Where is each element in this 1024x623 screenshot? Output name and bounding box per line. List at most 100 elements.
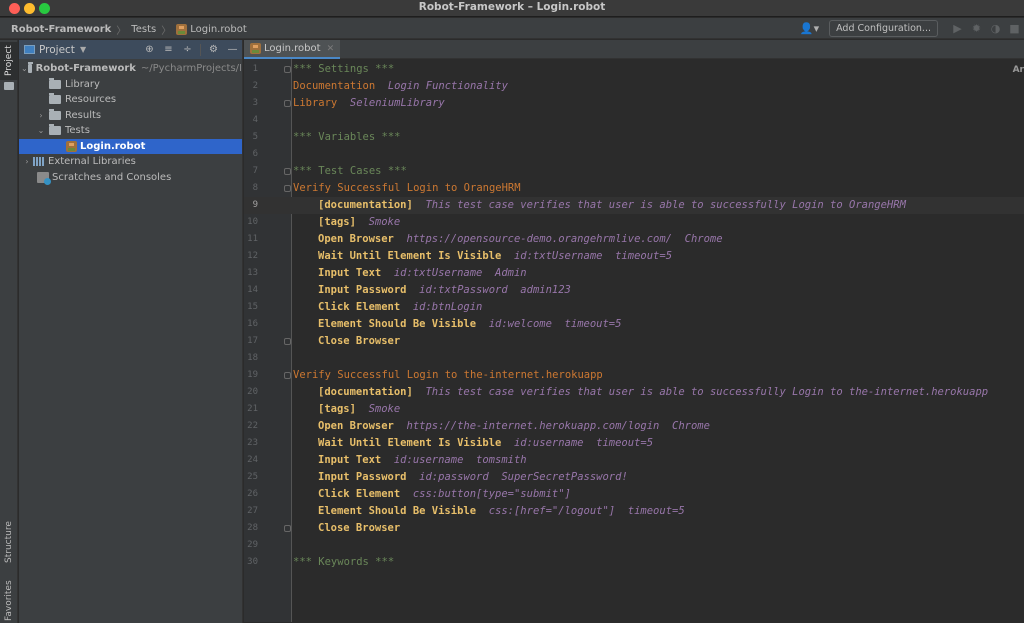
code-line[interactable]: 22 Open Browser https://the-internet.hero… bbox=[244, 418, 1024, 435]
robot-file-icon bbox=[250, 43, 261, 54]
code-line[interactable]: 21 [tags] Smoke bbox=[244, 401, 1024, 418]
code-line[interactable]: 3 Library SeleniumLibrary bbox=[244, 95, 1024, 112]
favorites-tool-tab[interactable]: Favorites bbox=[0, 580, 18, 622]
code-line[interactable]: 30 *** Keywords *** bbox=[244, 554, 1024, 571]
code-line[interactable]: 28 Close Browser bbox=[244, 520, 1024, 537]
line-number: 17 bbox=[247, 336, 258, 346]
fold-marker-icon[interactable] bbox=[284, 66, 291, 73]
code-token-kw: Library bbox=[293, 97, 338, 109]
project-tool-tab[interactable]: Project bbox=[0, 42, 18, 80]
gear-icon[interactable]: ⚙ bbox=[204, 44, 223, 55]
locate-file-icon[interactable]: ⊕ bbox=[140, 44, 159, 55]
code-token-arg: css:[href="/logout"] timeout=5 bbox=[476, 505, 685, 517]
close-tab-icon[interactable]: ✕ bbox=[327, 44, 335, 54]
code-line[interactable]: 23 Wait Until Element Is Visible id:usern… bbox=[244, 435, 1024, 452]
line-number: 24 bbox=[247, 455, 258, 465]
code-line[interactable]: 7 *** Test Cases *** bbox=[244, 163, 1024, 180]
tree-item-results[interactable]: › Results bbox=[19, 108, 242, 124]
chevron-down-icon[interactable]: ▼ bbox=[80, 45, 86, 54]
code-token-hdr: *** Variables *** bbox=[293, 131, 401, 143]
code-line[interactable]: 6 bbox=[244, 146, 1024, 163]
code-line[interactable]: 13 Input Text id:txtUsername Admin bbox=[244, 265, 1024, 282]
line-number: 27 bbox=[247, 506, 258, 516]
code-line[interactable]: 20 [documentation] This test case verifie… bbox=[244, 384, 1024, 401]
chevron-right-icon[interactable]: › bbox=[35, 111, 47, 120]
left-tool-strip: Project Structure Favorites bbox=[0, 40, 18, 623]
breadcrumb: Robot-Framework 〉 Tests 〉 Login.robot bbox=[11, 22, 247, 37]
collapse-all-icon[interactable]: ÷ bbox=[178, 44, 197, 55]
code-line[interactable]: 2 Documentation Login Functionality bbox=[244, 78, 1024, 95]
tree-item-tests[interactable]: ⌄ Tests bbox=[19, 123, 242, 139]
chevron-down-icon[interactable]: ⌄ bbox=[35, 126, 47, 135]
breadcrumb-file[interactable]: Login.robot bbox=[190, 24, 247, 35]
code-line[interactable]: 4 bbox=[244, 112, 1024, 129]
add-configuration-button[interactable]: Add Configuration... bbox=[829, 20, 938, 37]
code-line[interactable]: 19 Verify Successful Login to the-interne… bbox=[244, 367, 1024, 384]
code-line[interactable]: 1 *** Settings *** bbox=[244, 61, 1024, 78]
code-line[interactable]: 8 Verify Successful Login to OrangeHRM bbox=[244, 180, 1024, 197]
line-number: 13 bbox=[247, 268, 258, 278]
code-line[interactable]: 24 Input Text id:username tomsmith bbox=[244, 452, 1024, 469]
debug-icon[interactable]: ✹ bbox=[967, 22, 986, 35]
code-area[interactable]: Ar 1 *** Settings *** 2 Documentation Login… bbox=[244, 59, 1024, 622]
code-line[interactable]: 17 Close Browser bbox=[244, 333, 1024, 350]
code-text: [tags] Smoke bbox=[293, 401, 400, 418]
code-token-arg: Smoke bbox=[355, 403, 401, 415]
code-line[interactable]: 25 Input Password id:password SuperSecret… bbox=[244, 469, 1024, 486]
code-line[interactable]: 14 Input Password id:txtPassword admin123 bbox=[244, 282, 1024, 299]
code-text: Open Browser https://opensource-demo.ora… bbox=[293, 231, 723, 248]
chevron-right-icon[interactable]: › bbox=[21, 157, 33, 166]
stop-icon[interactable]: ■ bbox=[1005, 22, 1024, 35]
code-line[interactable]: 12 Wait Until Element Is Visible id:txtUs… bbox=[244, 248, 1024, 265]
code-token-arg: id:password SuperSecretPassword! bbox=[406, 471, 628, 483]
code-line[interactable]: 10 [tags] Smoke bbox=[244, 214, 1024, 231]
code-line[interactable]: 29 bbox=[244, 537, 1024, 554]
tab-login-robot[interactable]: Login.robot ✕ bbox=[244, 40, 341, 59]
fold-marker-icon[interactable] bbox=[284, 372, 291, 379]
fold-marker-icon[interactable] bbox=[284, 338, 291, 345]
code-token-stp: Open Browser bbox=[318, 420, 394, 432]
code-token-stp: [tags] bbox=[318, 216, 356, 228]
code-token-stp: Click Element bbox=[318, 488, 401, 500]
coverage-icon[interactable]: ◑ bbox=[986, 22, 1005, 35]
breadcrumb-project[interactable]: Robot-Framework bbox=[11, 24, 111, 35]
code-text: Close Browser bbox=[293, 520, 400, 537]
breadcrumb-tests[interactable]: Tests bbox=[131, 24, 156, 35]
code-text: Wait Until Element Is Visible id:usernam… bbox=[293, 435, 653, 452]
fold-marker-icon[interactable] bbox=[284, 185, 291, 192]
tree-item-scratches[interactable]: Scratches and Consoles bbox=[19, 170, 242, 186]
tree-item-library[interactable]: Library bbox=[19, 77, 242, 93]
line-number: 22 bbox=[247, 421, 258, 431]
code-line[interactable]: 9 [documentation] This test case verifies… bbox=[244, 197, 1024, 214]
tree-item-login-robot[interactable]: Login.robot bbox=[19, 138, 242, 154]
run-icon[interactable]: ▶ bbox=[948, 22, 967, 35]
code-token-arg: id:btnLogin bbox=[400, 301, 483, 313]
project-view-selector[interactable]: Project bbox=[39, 44, 75, 56]
expand-all-icon[interactable]: ≡ bbox=[159, 44, 178, 55]
line-number: 14 bbox=[247, 285, 258, 295]
code-text: *** Keywords *** bbox=[293, 554, 394, 571]
fold-marker-icon[interactable] bbox=[284, 168, 291, 175]
line-number: 7 bbox=[252, 166, 258, 176]
title-bar: Robot-Framework – Login.robot bbox=[0, 0, 1024, 17]
code-line[interactable]: 11 Open Browser https://opensource-demo.o… bbox=[244, 231, 1024, 248]
code-line[interactable]: 27 Element Should Be Visible css:[href="/… bbox=[244, 503, 1024, 520]
tree-item-robot-framework[interactable]: ⌄ Robot-Framework ~/PycharmProjects/I bbox=[19, 61, 242, 77]
structure-tool-tab[interactable]: Structure bbox=[0, 515, 18, 570]
code-line[interactable]: 15 Click Element id:btnLogin bbox=[244, 299, 1024, 316]
hide-panel-icon[interactable]: — bbox=[223, 44, 242, 55]
code-text: Library SeleniumLibrary bbox=[293, 95, 445, 112]
code-token-arg: Login Functionality bbox=[375, 80, 508, 92]
user-icon[interactable]: 👤▾ bbox=[800, 22, 819, 35]
code-line[interactable]: 16 Element Should Be Visible id:welcome t… bbox=[244, 316, 1024, 333]
tree-item-external-libraries[interactable]: › External Libraries bbox=[19, 154, 242, 170]
navigation-bar: Robot-Framework 〉 Tests 〉 Login.robot 👤▾… bbox=[0, 18, 1024, 39]
code-line[interactable]: 26 Click Element css:button[type="submit"… bbox=[244, 486, 1024, 503]
code-line[interactable]: 5 *** Variables *** bbox=[244, 129, 1024, 146]
fold-marker-icon[interactable] bbox=[284, 100, 291, 107]
fold-marker-icon[interactable] bbox=[284, 525, 291, 532]
chevron-down-icon[interactable]: ⌄ bbox=[21, 64, 28, 73]
tree-item-resources[interactable]: Resources bbox=[19, 92, 242, 108]
robot-file-icon bbox=[176, 24, 188, 35]
code-line[interactable]: 18 bbox=[244, 350, 1024, 367]
